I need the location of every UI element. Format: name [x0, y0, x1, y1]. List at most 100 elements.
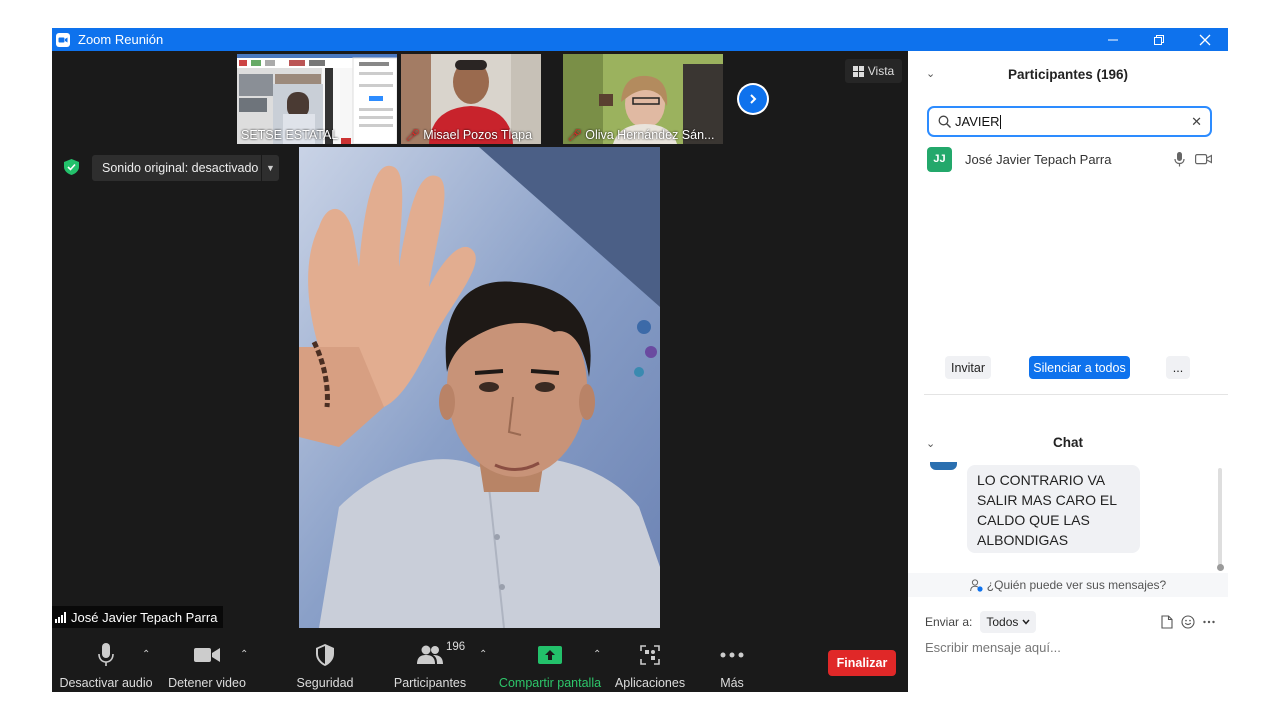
chevron-right-icon: [750, 94, 757, 104]
zoom-window: Zoom Reunión SETSE ESTATAL 🎤︎ Misael Poz…: [52, 28, 1228, 692]
text-caret: [999, 115, 1001, 130]
muted-mic-icon: 🎤︎: [405, 128, 421, 142]
share-options-caret[interactable]: ⌃: [593, 649, 601, 660]
security-shield-icon: [316, 642, 334, 668]
grid-icon: [852, 65, 864, 77]
audio-options-caret[interactable]: ⌃: [142, 649, 150, 660]
chat-tools: [1161, 615, 1215, 629]
connection-signal-icon: [55, 611, 66, 623]
chat-message-line: SALIR MAS CARO EL: [977, 492, 1118, 508]
thumbnail-name: 🎤︎ Oliva Hernández Sán...: [567, 128, 715, 142]
mute-audio-button[interactable]: Desactivar audio: [59, 637, 153, 692]
video-options-caret[interactable]: ⌃: [240, 649, 248, 660]
meeting-toolbar: Desactivar audio ⌃ Detener video ⌃ Segur…: [52, 637, 908, 692]
minimize-icon: [1108, 39, 1118, 40]
chat-header: Chat: [908, 422, 1228, 462]
more-dots-icon: [720, 642, 744, 668]
next-page-circle: [739, 85, 767, 113]
original-sound-label: Sonido original: desactivado: [102, 161, 259, 175]
meeting-area: SETSE ESTATAL 🎤︎ Misael Pozos Tlapa 🎤︎ O…: [52, 51, 908, 692]
send-to-label: Enviar a:: [925, 615, 973, 629]
participant-row[interactable]: JJ José Javier Tepach Parra: [927, 146, 1212, 172]
share-screen-label: Compartir pantalla: [498, 676, 602, 690]
participants-options-caret[interactable]: ⌃: [479, 649, 487, 660]
search-icon: [938, 115, 951, 128]
chat-title: Chat: [1053, 434, 1083, 450]
original-sound-toggle[interactable]: Sonido original: desactivado ▼: [92, 155, 279, 181]
chat-message-line: ALBONDIGAS: [977, 532, 1069, 548]
active-speaker-name: José Javier Tepach Parra: [71, 609, 218, 625]
chat-message-line: LO CONTRARIO VA: [977, 472, 1106, 488]
stop-video-label: Detener video: [168, 676, 246, 690]
participants-icon: [417, 642, 443, 668]
speaker-video-frame: [299, 147, 660, 628]
close-icon: [1199, 34, 1211, 45]
more-label: Más: [720, 676, 744, 690]
active-speaker-video: [299, 147, 660, 628]
participant-search-input[interactable]: JAVIER ✕: [927, 106, 1212, 137]
participants-label: Participantes: [393, 676, 467, 690]
chat-message-input[interactable]: Escribir mensaje aquí...: [925, 640, 1061, 655]
file-icon[interactable]: [1161, 615, 1173, 629]
previous-message-avatar: [930, 462, 957, 470]
title-bar: Zoom Reunión: [52, 28, 1228, 51]
chat-message-line: CALDO QUE LAS: [977, 512, 1090, 528]
emoji-icon[interactable]: [1181, 615, 1195, 629]
microphone-icon: [98, 642, 114, 668]
chevron-down-icon: [1022, 619, 1030, 625]
security-button[interactable]: Seguridad: [292, 637, 358, 692]
participant-name: José Javier Tepach Parra: [965, 151, 1112, 167]
recipient-dropdown[interactable]: Todos: [980, 611, 1037, 633]
share-screen-button[interactable]: Compartir pantalla: [498, 637, 602, 692]
close-window-button[interactable]: [1182, 28, 1228, 51]
chat-scrollbar[interactable]: [1218, 468, 1222, 566]
clear-search-icon[interactable]: ✕: [1191, 114, 1202, 130]
participant-video-icon[interactable]: [1195, 153, 1212, 165]
recipient-value: Todos: [986, 615, 1019, 629]
participants-more-button[interactable]: ...: [1166, 356, 1190, 379]
apps-button[interactable]: Aplicaciones: [613, 637, 687, 692]
video-camera-icon: [194, 642, 220, 668]
minimize-button[interactable]: [1090, 28, 1136, 51]
person-info-icon: [969, 578, 983, 592]
stop-video-button[interactable]: Detener video: [166, 637, 248, 692]
chevron-down-icon[interactable]: ▼: [261, 155, 279, 181]
window-title: Zoom Reunión: [78, 32, 164, 47]
send-to-row: Enviar a: Todos: [925, 611, 1215, 633]
mute-audio-label: Desactivar audio: [59, 676, 153, 690]
mute-all-button[interactable]: Silenciar a todos: [1029, 356, 1130, 379]
view-button-label: Vista: [867, 64, 895, 78]
security-label: Seguridad: [296, 676, 354, 690]
next-page-button[interactable]: [737, 83, 769, 115]
participants-actions: Invitar Silenciar a todos ...: [908, 356, 1228, 382]
thumbnail-setse-estatal[interactable]: SETSE ESTATAL: [237, 54, 397, 144]
encryption-shield-icon[interactable]: [64, 159, 79, 175]
who-can-see-label: ¿Quién puede ver sus mensajes?: [986, 578, 1167, 592]
apps-label: Aplicaciones: [614, 676, 686, 690]
muted-mic-icon: 🎤︎: [567, 128, 583, 142]
chat-message-bubble: LO CONTRARIO VA SALIR MAS CARO EL CALDO …: [967, 465, 1140, 553]
panel-divider: [924, 394, 1228, 395]
view-button[interactable]: Vista: [845, 59, 902, 83]
end-meeting-button[interactable]: Finalizar: [828, 650, 896, 676]
more-options-icon[interactable]: [1203, 620, 1215, 624]
participants-header: Participantes (196): [908, 51, 1228, 97]
thumbnail-misael-pozos[interactable]: 🎤︎ Misael Pozos Tlapa: [401, 54, 541, 144]
share-screen-icon: [538, 642, 562, 668]
who-can-see-messages[interactable]: ¿Quién puede ver sus mensajes?: [908, 573, 1228, 597]
participant-avatar: JJ: [927, 146, 952, 172]
participant-mic-icon[interactable]: [1174, 151, 1185, 167]
search-value: JAVIER: [955, 113, 1001, 130]
apps-icon: [640, 642, 660, 668]
chat-messages: LO CONTRARIO VA SALIR MAS CARO EL CALDO …: [908, 462, 1228, 574]
restore-button[interactable]: [1136, 28, 1182, 51]
restore-icon: [1154, 34, 1164, 45]
participants-collapse-icon[interactable]: ⌄: [926, 67, 935, 80]
chat-scrollbar-thumb[interactable]: [1217, 564, 1224, 571]
thumbnail-oliva-hernandez[interactable]: 🎤︎ Oliva Hernández Sán...: [563, 54, 723, 144]
thumbnail-name: SETSE ESTATAL: [241, 128, 339, 142]
more-button[interactable]: Más: [708, 637, 756, 692]
active-speaker-label: José Javier Tepach Parra: [52, 606, 224, 628]
thumbnail-name: 🎤︎ Misael Pozos Tlapa: [405, 128, 533, 142]
invite-button[interactable]: Invitar: [945, 356, 991, 379]
